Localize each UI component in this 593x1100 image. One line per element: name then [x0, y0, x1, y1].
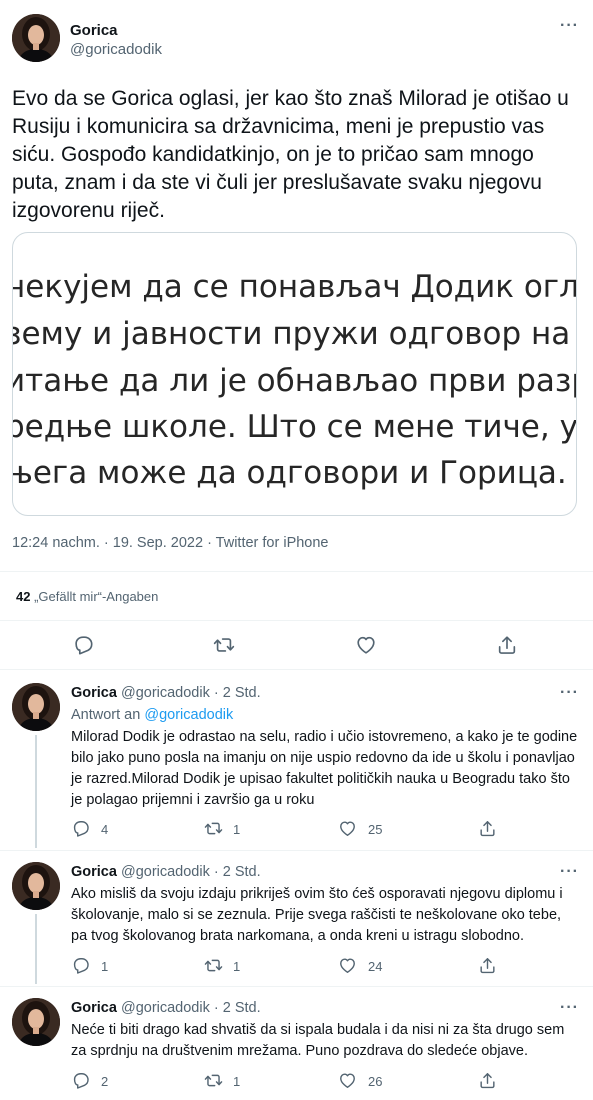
reply-text: Milorad Dodik je odrastao na selu, radio…: [71, 729, 578, 808]
divider: [0, 669, 593, 670]
like-count: 24: [368, 959, 383, 974]
reply-time[interactable]: · 2 Std.: [214, 864, 261, 880]
replying-to: Antwort an @goricadodik: [71, 707, 233, 723]
author-display-name[interactable]: Gorica: [70, 22, 118, 39]
reply-text: Neće ti biti drago kad shvatiš da si isp…: [71, 1022, 565, 1059]
media-line: зему и јавности пружи одговор на: [12, 316, 571, 352]
avatar[interactable]: [12, 862, 60, 910]
author-handle[interactable]: @goricadodik: [70, 41, 162, 58]
reply-display-name[interactable]: Gorica: [71, 864, 117, 880]
likes-summary[interactable]: 42 „Gefällt mir“-Angaben: [16, 589, 158, 604]
divider: [0, 620, 593, 621]
avatar[interactable]: [12, 14, 60, 62]
more-icon[interactable]: ···: [560, 684, 579, 702]
divider: [0, 986, 593, 987]
more-icon[interactable]: ···: [560, 863, 579, 881]
share-icon[interactable]: [478, 1071, 497, 1090]
like-icon[interactable]: [338, 1071, 357, 1090]
reply-header: Gorica @goricadodik · 2 Std.: [71, 864, 261, 880]
more-icon[interactable]: ···: [560, 999, 579, 1017]
like-icon[interactable]: [355, 634, 377, 656]
reply-text: Ako misliš da svoju izdaju prikriješ ovi…: [71, 886, 563, 944]
reply-display-name[interactable]: Gorica: [71, 1000, 117, 1016]
avatar[interactable]: [12, 998, 60, 1046]
retweet-icon[interactable]: [204, 819, 223, 838]
divider: [0, 850, 593, 851]
tweet-media[interactable]: некујем да се понављач Додик огласи зему…: [12, 232, 577, 516]
thread-line: [35, 914, 37, 984]
reply-time[interactable]: · 2 Std.: [214, 1000, 261, 1016]
share-icon[interactable]: [496, 634, 518, 656]
retweet-icon[interactable]: [213, 634, 235, 656]
reply-count: 2: [101, 1074, 109, 1089]
replying-to-handle[interactable]: @goricadodik: [144, 707, 233, 723]
tweet-text: Evo da se Gorica oglasi, jer kao što zna…: [12, 87, 569, 222]
retweet-icon[interactable]: [204, 956, 223, 975]
retweet-count: 1: [233, 1074, 241, 1089]
retweet-count: 1: [233, 959, 241, 974]
thread-line: [35, 735, 37, 848]
more-icon[interactable]: ···: [560, 17, 579, 35]
likes-label: „Gefällt mir“-Angaben: [34, 589, 159, 604]
reply-count: 4: [101, 822, 109, 837]
likes-count: 42: [16, 589, 31, 604]
reply-display-name[interactable]: Gorica: [71, 685, 117, 701]
media-line: њега може да одговори и Горица.: [12, 455, 567, 491]
share-icon[interactable]: [478, 819, 497, 838]
divider: [0, 571, 593, 572]
like-icon[interactable]: [338, 819, 357, 838]
tweet-timestamp[interactable]: 12:24 nachm. · 19. Sep. 2022 · Twitter f…: [12, 535, 329, 551]
like-count: 26: [368, 1074, 383, 1089]
share-icon[interactable]: [478, 956, 497, 975]
reply-handle[interactable]: @goricadodik: [121, 685, 210, 701]
reply-icon[interactable]: [71, 819, 90, 838]
reply-time[interactable]: · 2 Std.: [214, 685, 261, 701]
reply-icon[interactable]: [71, 956, 90, 975]
media-line: редње школе. Што се мене тиче, умјест: [12, 409, 577, 445]
like-icon[interactable]: [338, 956, 357, 975]
replying-to-prefix: Antwort an: [71, 707, 141, 723]
reply-icon[interactable]: [71, 1071, 90, 1090]
reply-count: 1: [101, 959, 109, 974]
reply-header: Gorica @goricadodik · 2 Std.: [71, 1000, 261, 1016]
media-line: итање да ли је обнављао први разред: [12, 363, 577, 399]
reply-handle[interactable]: @goricadodik: [121, 864, 210, 880]
reply-icon[interactable]: [72, 634, 94, 656]
like-count: 25: [368, 822, 383, 837]
reply-header: Gorica @goricadodik · 2 Std.: [71, 685, 261, 701]
media-line: некујем да се понављач Додик огласи: [12, 269, 577, 305]
retweet-icon[interactable]: [204, 1071, 223, 1090]
retweet-count: 1: [233, 822, 241, 837]
avatar[interactable]: [12, 683, 60, 731]
reply-handle[interactable]: @goricadodik: [121, 1000, 210, 1016]
